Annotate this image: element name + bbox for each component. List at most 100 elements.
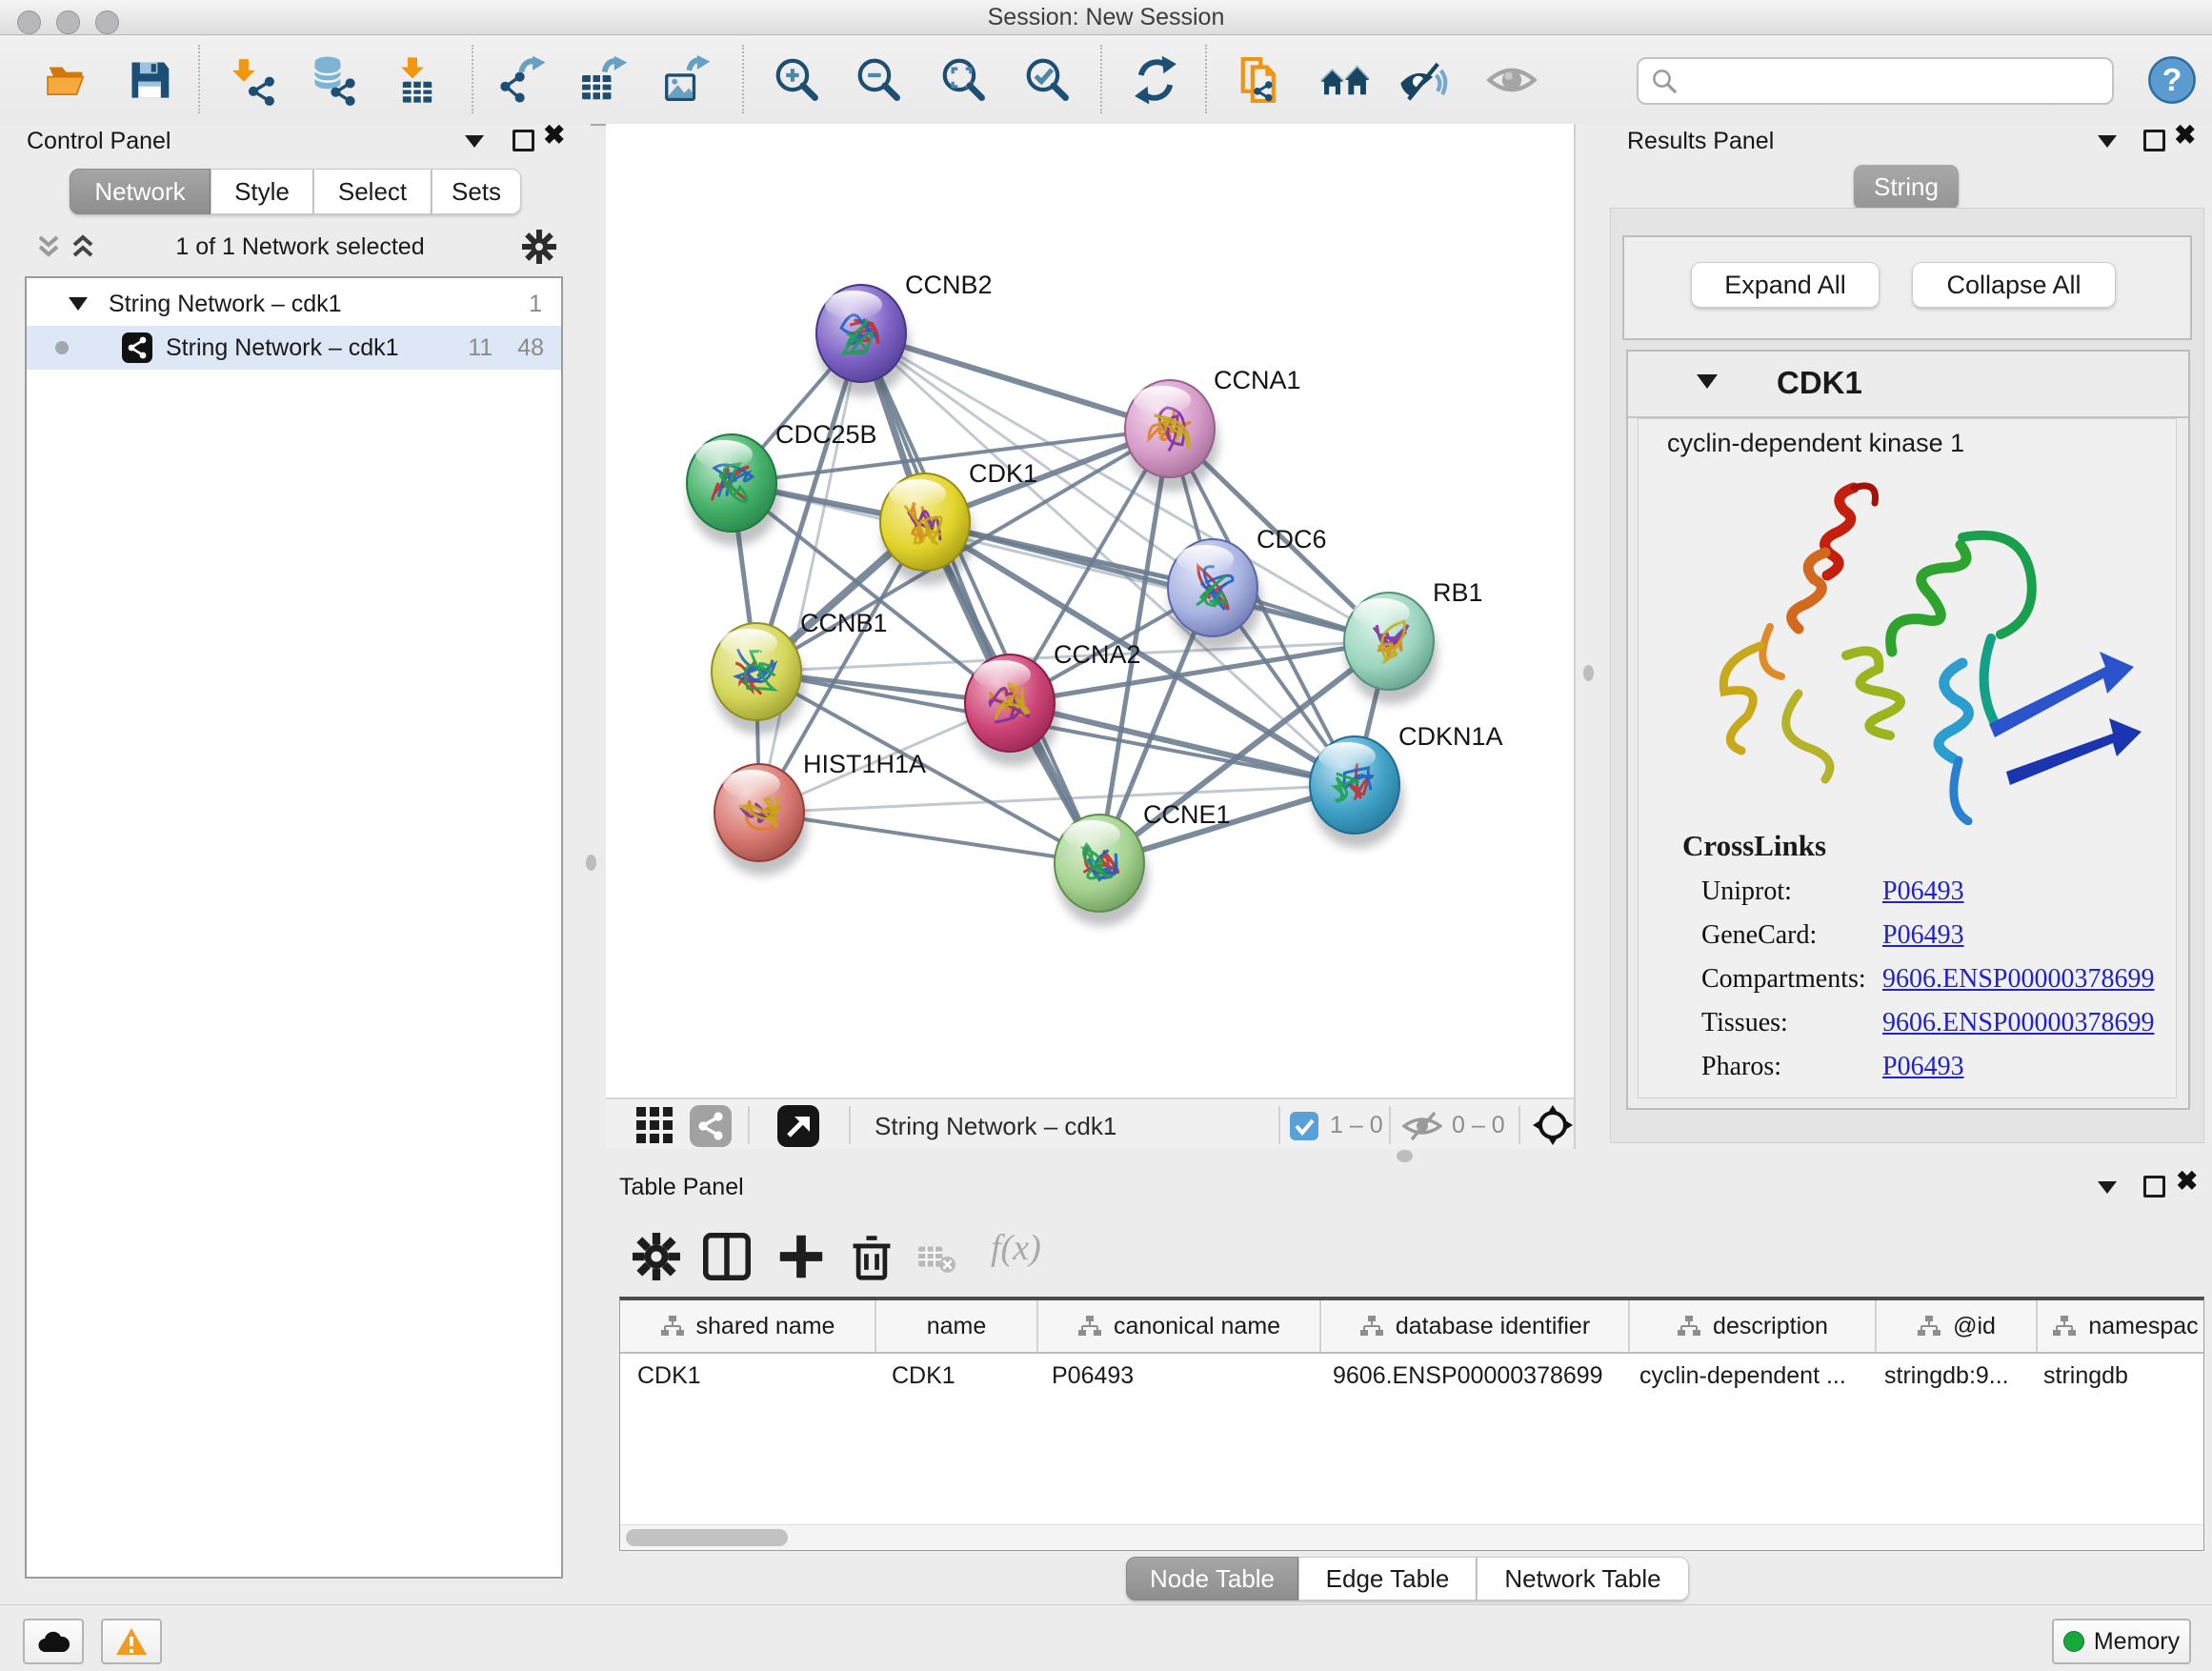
tab-network[interactable]: Network — [70, 169, 211, 214]
node-CCNB1[interactable]: CCNB1 — [712, 609, 888, 735]
tab-network-table[interactable]: Network Table — [1477, 1557, 1689, 1601]
edge-CCNB2-CCNE1[interactable] — [861, 333, 1099, 863]
float-panel-icon[interactable] — [2143, 1176, 2165, 1198]
network-collection-row[interactable]: String Network – cdk1 1 — [27, 282, 561, 326]
tab-style[interactable]: Style — [211, 169, 313, 214]
node-RB1[interactable]: RB1 — [1344, 578, 1483, 704]
node-HIST1H1A[interactable]: HIST1H1A — [714, 750, 926, 876]
node-CCNE1[interactable]: CCNE1 — [1055, 800, 1231, 926]
export-network-icon[interactable] — [497, 54, 549, 106]
network-canvas[interactable]: CCNB2CCNA1CDC25BCDK1CDC6RB1CCNB1CCNA2CDK… — [606, 124, 1574, 1097]
column-label: @id — [1953, 1313, 1996, 1340]
node-CDKN1A[interactable]: CDKN1A — [1310, 722, 1503, 848]
column-header-namespac[interactable]: namespac — [2038, 1300, 2212, 1352]
expand-all-button[interactable]: Expand All — [1691, 262, 1880, 308]
tab-select[interactable]: Select — [313, 169, 432, 214]
export-table-icon[interactable] — [577, 54, 629, 106]
crosslink-link[interactable]: P06493 — [1882, 920, 1964, 951]
scrollbar-thumb[interactable] — [626, 1529, 788, 1546]
panel-menu-caret-icon[interactable] — [2098, 135, 2117, 148]
table-cell[interactable]: 9606.ENSP00000378699 — [1316, 1362, 1622, 1390]
right-splitter-handle[interactable] — [1583, 665, 1594, 681]
crosslink-link[interactable]: 9606.ENSP00000378699 — [1882, 964, 2154, 995]
cloud-button[interactable] — [23, 1619, 84, 1664]
crosslink-link[interactable]: 9606.ENSP00000378699 — [1882, 1008, 2154, 1038]
zoom-fit-icon[interactable] — [938, 54, 990, 106]
column-header-database-identifier[interactable]: database identifier — [1321, 1300, 1630, 1352]
table-cell[interactable]: CDK1 — [620, 1362, 875, 1390]
clone-network-icon[interactable] — [1237, 54, 1288, 106]
gear-icon[interactable] — [522, 230, 556, 264]
search-input[interactable] — [1684, 67, 2112, 95]
node-gloss — [1353, 598, 1410, 627]
horizontal-splitter-handle[interactable] — [1397, 1150, 1413, 1162]
expand-all-chevron-icon[interactable] — [70, 233, 95, 260]
table-cell[interactable]: CDK1 — [875, 1362, 1035, 1390]
tree-expand-icon[interactable] — [69, 297, 88, 311]
table-cell[interactable]: cyclin-dependent ... — [1622, 1362, 1867, 1390]
help-icon[interactable]: ? — [2146, 54, 2198, 106]
horizontal-splitter[interactable] — [606, 1149, 2212, 1166]
add-column-icon[interactable] — [777, 1233, 825, 1280]
refresh-icon[interactable] — [1130, 54, 1181, 106]
node-section-header[interactable]: CDK1 — [1628, 352, 2188, 418]
horizontal-scrollbar[interactable] — [620, 1524, 2203, 1550]
crosslink-link[interactable]: P06493 — [1882, 876, 1964, 907]
string-view-icon[interactable] — [690, 1105, 732, 1147]
node-CCNB2[interactable]: CCNB2 — [816, 271, 993, 396]
save-session-icon[interactable] — [124, 54, 175, 106]
float-panel-icon[interactable] — [2143, 130, 2165, 151]
home-networks-icon[interactable] — [1319, 54, 1371, 106]
network-row-selected[interactable]: String Network – cdk1 11 48 — [27, 326, 561, 370]
node-CCNA2[interactable]: CCNA2 — [965, 640, 1141, 766]
export-image-icon[interactable] — [660, 54, 712, 106]
column-header-shared-name[interactable]: shared name — [620, 1300, 876, 1352]
crosslink-link[interactable]: P06493 — [1882, 1052, 1964, 1082]
table-cell[interactable]: stringdb — [2026, 1362, 2202, 1390]
vertical-splitter[interactable] — [1574, 124, 1604, 1149]
search-field[interactable] — [1637, 57, 2114, 105]
import-from-database-icon[interactable] — [307, 54, 358, 106]
edge-HIST1H1A-CCNE1[interactable] — [759, 813, 1099, 863]
open-session-icon[interactable] — [43, 54, 94, 106]
grid-view-icon[interactable] — [636, 1107, 674, 1145]
column-label: name — [927, 1313, 987, 1340]
column-header-canonical-name[interactable]: canonical name — [1038, 1300, 1321, 1352]
selected-checkbox-icon[interactable] — [1290, 1112, 1318, 1140]
table-row[interactable]: CDK1CDK1P064939606.ENSP00000378699cyclin… — [620, 1354, 2203, 1398]
hide-unhide-icon[interactable] — [1398, 54, 1449, 106]
zoom-out-icon[interactable] — [854, 54, 905, 106]
collapse-all-button[interactable]: Collapse All — [1912, 262, 2116, 308]
tab-edge-table[interactable]: Edge Table — [1298, 1557, 1477, 1601]
panel-menu-caret-icon[interactable] — [2098, 1181, 2117, 1194]
close-panel-icon[interactable]: ✖ — [2176, 1172, 2198, 1191]
show-columns-icon[interactable] — [703, 1233, 751, 1280]
float-panel-icon[interactable] — [513, 130, 534, 151]
close-panel-icon[interactable]: ✖ — [543, 126, 565, 145]
memory-button[interactable]: Memory — [2052, 1619, 2191, 1664]
warnings-button[interactable] — [101, 1619, 162, 1664]
node-CDC25B[interactable]: CDC25B — [687, 420, 877, 546]
zoom-in-icon[interactable] — [772, 54, 823, 106]
tab-string[interactable]: String — [1854, 165, 1959, 210]
table-gear-icon[interactable] — [633, 1233, 680, 1280]
collapse-all-chevron-icon[interactable] — [36, 233, 61, 260]
panel-menu-caret-icon[interactable] — [465, 135, 484, 148]
table-cell[interactable]: P06493 — [1035, 1362, 1316, 1390]
delete-column-icon[interactable] — [848, 1233, 895, 1280]
left-splitter-handle[interactable] — [586, 855, 596, 871]
section-collapse-icon[interactable] — [1697, 374, 1718, 389]
column-header-description[interactable]: description — [1630, 1300, 1877, 1352]
tab-sets[interactable]: Sets — [432, 169, 521, 214]
import-network-icon[interactable] — [228, 54, 279, 106]
table-cell[interactable]: stringdb:9... — [1867, 1362, 2026, 1390]
birdseye-view-icon[interactable] — [777, 1105, 819, 1147]
column-header-name[interactable]: name — [876, 1300, 1038, 1352]
import-table-icon[interactable] — [392, 54, 443, 106]
node-CDC6[interactable]: CDC6 — [1168, 525, 1327, 651]
column-header-@id[interactable]: @id — [1877, 1300, 2038, 1352]
tab-node-table[interactable]: Node Table — [1126, 1557, 1298, 1601]
close-panel-icon[interactable]: ✖ — [2174, 126, 2196, 145]
fit-selected-crosshair-icon[interactable] — [1532, 1104, 1574, 1146]
zoom-selected-icon[interactable] — [1022, 54, 1074, 106]
